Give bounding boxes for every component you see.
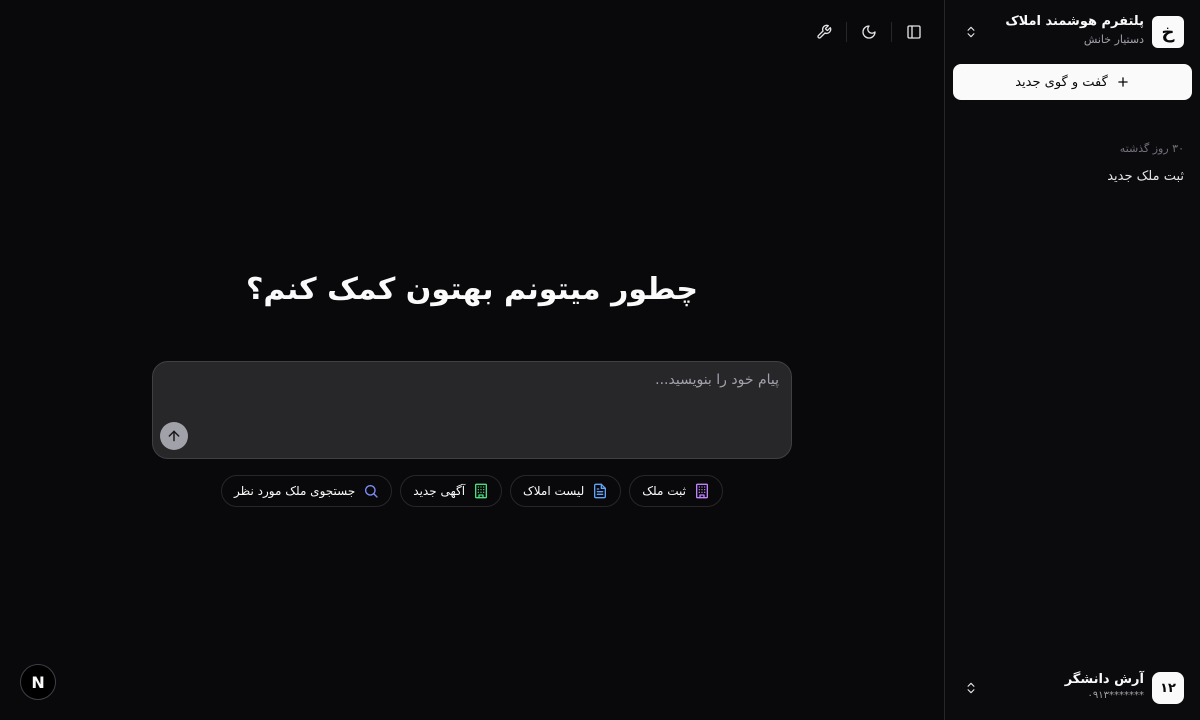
wrench-icon xyxy=(817,24,832,39)
toolbar-divider xyxy=(891,22,892,42)
suggestion-chips: ثبت ملک لیست املاک آگهی جدید جستجوی ملک … xyxy=(152,475,792,507)
user-menu[interactable]: ۱۲ آرش دانشگر ۰۹۱۳******* xyxy=(961,672,1184,704)
history-heading: ۳۰ روز گذشته xyxy=(1119,142,1184,155)
chip-register-property[interactable]: ثبت ملک xyxy=(629,475,723,507)
new-chat-button[interactable]: گفت و گوی جدید xyxy=(953,64,1192,100)
plus-icon xyxy=(1118,77,1128,87)
new-chat-label: گفت و گوی جدید xyxy=(1015,74,1108,90)
chevron-up-down-icon[interactable] xyxy=(961,22,981,42)
brand-title: پلتفرم هوشمند املاک xyxy=(1005,14,1144,29)
tools-button[interactable] xyxy=(808,16,840,48)
brand-text: پلتفرم هوشمند املاک دستیار خانش xyxy=(1005,14,1144,46)
building-icon xyxy=(475,483,488,499)
brand-logo: خ xyxy=(1152,16,1184,48)
chip-search-property[interactable]: جستجوی ملک مورد نظر xyxy=(221,475,393,507)
chip-property-list[interactable]: لیست املاک xyxy=(510,475,622,507)
document-icon xyxy=(594,483,607,499)
building-icon xyxy=(695,483,708,499)
app-root: خ پلتفرم هوشمند املاک دستیار خانش گفت و … xyxy=(0,0,1200,720)
message-composer xyxy=(152,361,792,459)
message-input[interactable] xyxy=(165,372,779,412)
user-info: آرش دانشگر ۰۹۱۳******* xyxy=(1065,672,1144,701)
history-item[interactable]: ثبت ملک جدید xyxy=(961,169,1184,184)
next-logo-badge[interactable]: N xyxy=(20,664,56,700)
avatar: ۱۲ xyxy=(1152,672,1184,704)
brand-subtitle: دستیار خانش xyxy=(1083,33,1144,46)
top-toolbar xyxy=(808,16,930,48)
panel-icon xyxy=(907,25,921,39)
chip-label: لیست املاک xyxy=(523,484,585,498)
chat-history: ۳۰ روز گذشته ثبت ملک جدید xyxy=(961,142,1184,184)
page-title: چطور میتونم بهتون کمک کنم؟ xyxy=(246,272,698,307)
chip-new-listing[interactable]: آگهی جدید xyxy=(400,475,503,507)
chip-label: جستجوی ملک مورد نظر xyxy=(234,484,356,498)
chevron-up-down-icon[interactable] xyxy=(961,678,981,698)
moon-icon xyxy=(862,25,876,39)
chip-label: ثبت ملک xyxy=(642,484,686,498)
arrow-up-icon xyxy=(168,430,180,442)
chip-label: آگهی جدید xyxy=(413,484,466,498)
search-icon xyxy=(365,485,378,498)
user-phone: ۰۹۱۳******* xyxy=(1087,690,1144,701)
sidebar: خ پلتفرم هوشمند املاک دستیار خانش گفت و … xyxy=(944,0,1200,720)
sidebar-toggle-button[interactable] xyxy=(898,16,930,48)
user-name: آرش دانشگر xyxy=(1064,672,1144,687)
toolbar-divider xyxy=(846,22,847,42)
brand-switcher[interactable]: خ پلتفرم هوشمند املاک دستیار خانش xyxy=(961,14,1184,50)
theme-toggle-button[interactable] xyxy=(853,16,885,48)
send-button[interactable] xyxy=(160,422,188,450)
